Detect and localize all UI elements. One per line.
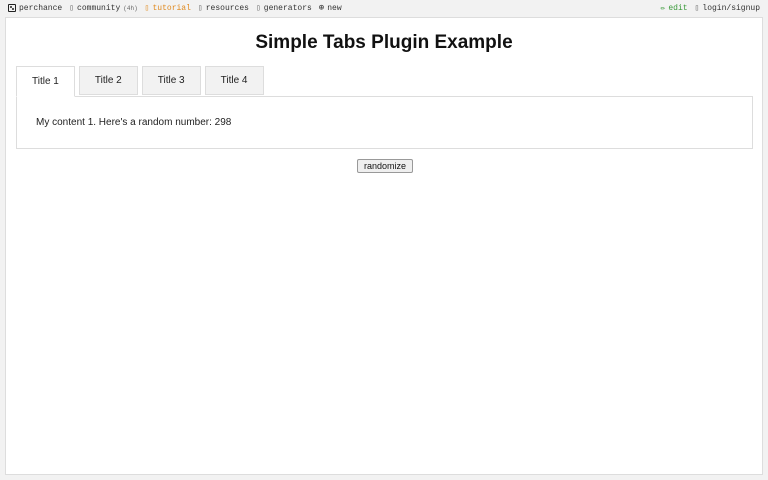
nav-right-group: ✏ edit ▯ login/signup [660, 3, 760, 14]
tab-content-panel: My content 1. Here's a random number: 29… [16, 96, 753, 149]
community-count-badge: (4h) [123, 4, 138, 12]
nav-new-label: new [327, 3, 342, 13]
nav-community-label: community [77, 3, 121, 13]
randomize-button[interactable]: randomize [357, 159, 413, 173]
nav-generators-label: generators [263, 3, 312, 13]
nav-brand-label: perchance [19, 3, 63, 13]
nav-left-group: perchance ▯ community (4h) ▯ tutorial ▯ … [8, 3, 342, 13]
pencil-icon: ✏ [660, 4, 666, 13]
nav-edit-label: edit [668, 3, 688, 13]
generator-output-panel: Simple Tabs Plugin Example Title 1 Title… [5, 17, 763, 475]
nav-home-link[interactable]: perchance [8, 4, 62, 13]
nav-resources-label: resources [205, 3, 249, 13]
tab-title-3[interactable]: Title 3 [141, 66, 201, 95]
nav-resources-link[interactable]: ▯ resources [197, 3, 249, 14]
top-navigation-bar: perchance ▯ community (4h) ▯ tutorial ▯ … [0, 0, 768, 16]
nav-tutorial-link[interactable]: ▯ tutorial [144, 3, 191, 14]
nav-community-link[interactable]: ▯ community (4h) [69, 3, 138, 14]
user-icon: ▯ [694, 4, 700, 13]
plus-circle-icon: ⊕ [318, 3, 325, 13]
generators-icon: ▯ [255, 4, 261, 13]
tab-title-2[interactable]: Title 2 [78, 66, 138, 95]
nav-edit-link[interactable]: ✏ edit [660, 3, 688, 14]
nav-login-link[interactable]: ▯ login/signup [694, 3, 760, 14]
chat-icon: ▯ [69, 4, 75, 13]
tab-title-1[interactable]: Title 1 [16, 66, 75, 97]
nav-tutorial-label: tutorial [152, 3, 191, 13]
book-icon: ▯ [144, 4, 150, 13]
dice-icon [8, 4, 16, 12]
nav-generators-link[interactable]: ▯ generators [255, 3, 312, 14]
tab-content-text: My content 1. Here's a random number: 29… [36, 117, 232, 128]
tab-bar: Title 1 Title 2 Title 3 Title 4 [16, 66, 264, 97]
resources-icon: ▯ [197, 4, 203, 13]
nav-new-link[interactable]: ⊕ new [319, 3, 342, 13]
nav-login-label: login/signup [702, 3, 760, 13]
tab-title-4[interactable]: Title 4 [204, 66, 264, 95]
page-title: Simple Tabs Plugin Example [255, 32, 513, 53]
